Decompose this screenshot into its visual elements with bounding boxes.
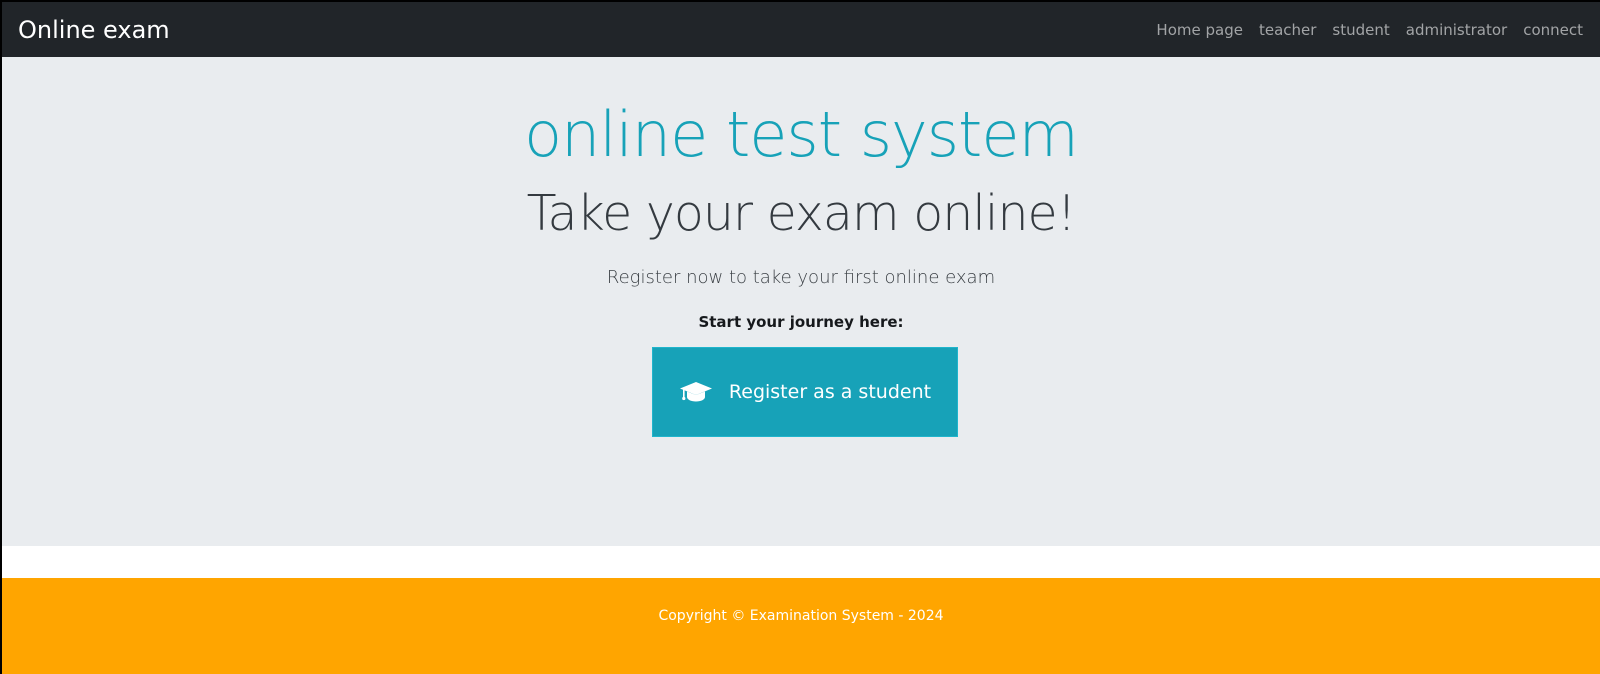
nav-link-home[interactable]: Home page (1156, 21, 1243, 39)
hero-subtitle: Take your exam online! (526, 185, 1077, 242)
register-student-button[interactable]: Register as a student (652, 347, 958, 437)
cta-label: Start your journey here: (698, 313, 904, 331)
nav-link-teacher[interactable]: teacher (1259, 21, 1316, 39)
nav-link-student[interactable]: student (1332, 21, 1389, 39)
nav-link-administrator[interactable]: administrator (1406, 21, 1507, 39)
hero-jumbotron: online test system Take your exam online… (2, 57, 1600, 546)
hero-lead-text: Register now to take your first online e… (606, 267, 996, 288)
footer-copyright: Copyright © Examination System - 2024 (658, 608, 944, 624)
page: Online exam Home page teacher student ad… (2, 2, 1600, 674)
nav-link-connect[interactable]: connect (1523, 21, 1583, 39)
footer: Copyright © Examination System - 2024 (2, 578, 1600, 674)
brand-link[interactable]: Online exam (18, 15, 170, 45)
hero-title: online test system (524, 98, 1079, 171)
navbar: Online exam Home page teacher student ad… (2, 2, 1600, 57)
graduation-cap-icon (679, 380, 713, 404)
nav-links: Home page teacher student administrator … (1140, 2, 1583, 57)
register-student-label: Register as a student (728, 381, 932, 403)
